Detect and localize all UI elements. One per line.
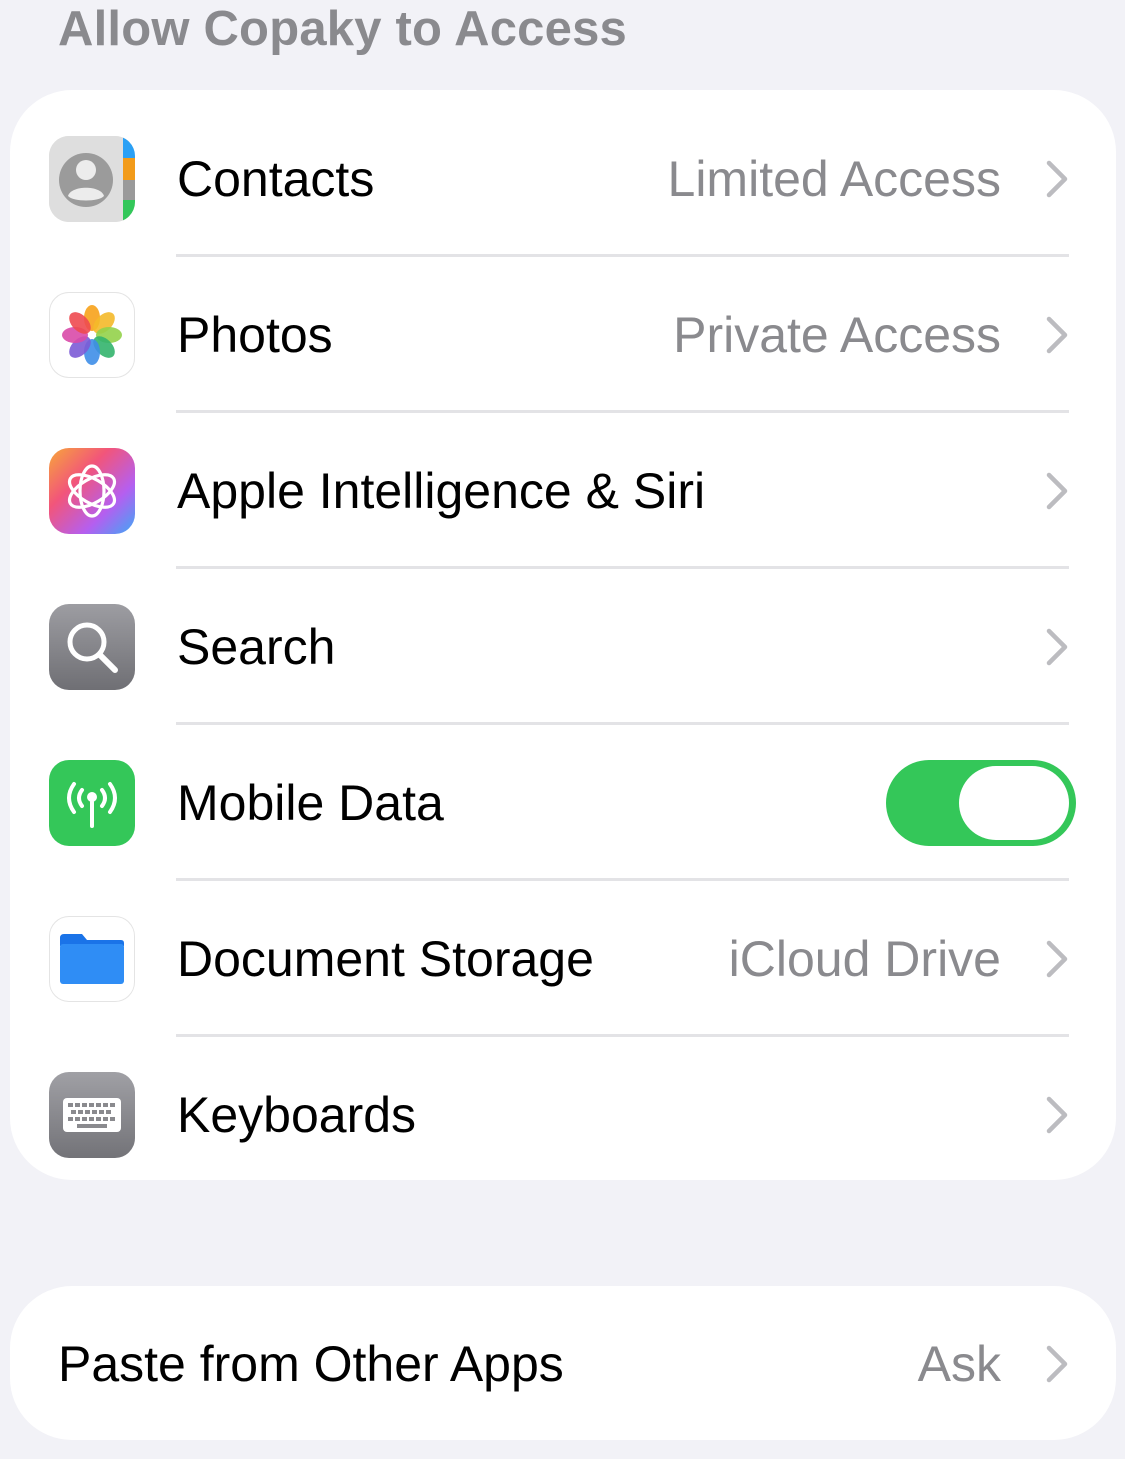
search-icon (49, 604, 135, 690)
apple-intelligence-icon (49, 448, 135, 534)
paste-from-other-apps-row[interactable]: Paste from Other Apps Ask (10, 1286, 1116, 1440)
chevron-right-icon (1044, 159, 1070, 199)
row-value: iCloud Drive (728, 931, 1001, 987)
permissions-group: Contacts Limited Access Photos Private A… (10, 90, 1116, 1180)
mobile-data-toggle[interactable] (886, 760, 1076, 846)
row-label: Apple Intelligence & Siri (177, 463, 706, 519)
chevron-right-icon (1044, 471, 1070, 511)
photos-icon (49, 292, 135, 378)
folder-icon (49, 916, 135, 1002)
keyboard-icon (49, 1072, 135, 1158)
keyboards-row[interactable]: Keyboards (10, 1037, 1116, 1180)
document-storage-row[interactable]: Document Storage iCloud Drive (10, 881, 1116, 1037)
contacts-icon (49, 136, 135, 222)
paste-group: Paste from Other Apps Ask (10, 1286, 1116, 1440)
chevron-right-icon (1044, 315, 1070, 355)
row-value: Private Access (673, 307, 1001, 363)
row-label: Mobile Data (177, 775, 444, 831)
search-row[interactable]: Search (10, 569, 1116, 725)
row-label: Contacts (177, 151, 375, 207)
chevron-right-icon (1044, 1095, 1070, 1135)
toggle-knob (959, 766, 1069, 840)
row-label: Paste from Other Apps (58, 1336, 564, 1392)
row-value: Limited Access (667, 151, 1001, 207)
apple-intelligence-row[interactable]: Apple Intelligence & Siri (10, 413, 1116, 569)
row-value: Ask (917, 1336, 1001, 1392)
section-header: Allow Copaky to Access (58, 2, 627, 56)
photos-row[interactable]: Photos Private Access (10, 257, 1116, 413)
row-label: Document Storage (177, 931, 594, 987)
chevron-right-icon (1044, 627, 1070, 667)
row-label: Photos (177, 307, 333, 363)
mobile-data-row: Mobile Data (10, 725, 1116, 881)
chevron-right-icon (1044, 1344, 1070, 1384)
chevron-right-icon (1044, 939, 1070, 979)
row-label: Keyboards (177, 1087, 417, 1143)
contacts-row[interactable]: Contacts Limited Access (10, 101, 1116, 257)
antenna-icon (49, 760, 135, 846)
row-label: Search (177, 619, 336, 675)
